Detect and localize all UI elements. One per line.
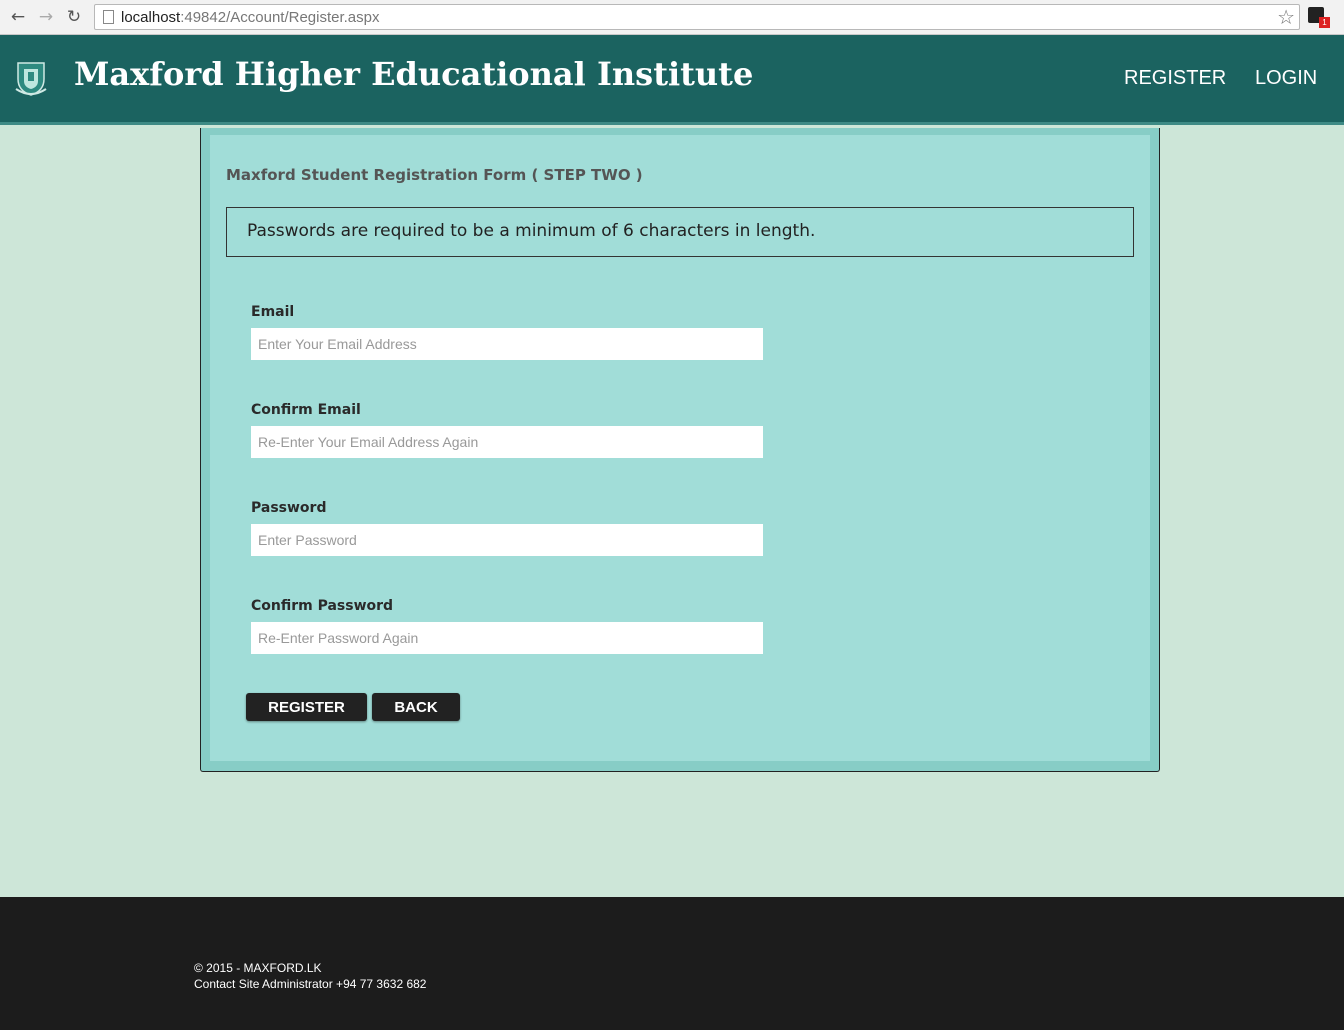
back-button[interactable]: BACK	[372, 693, 460, 721]
crest-logo-icon[interactable]	[14, 59, 48, 97]
form-title: Maxford Student Registration Form ( STEP…	[226, 166, 643, 184]
site-header: Maxford Higher Educational Institute REG…	[0, 35, 1344, 125]
password-input[interactable]	[251, 524, 763, 556]
confirm-password-label: Confirm Password	[251, 598, 394, 614]
page-icon	[103, 10, 114, 24]
nav-login-link[interactable]: LOGIN	[1255, 67, 1317, 90]
nav-register-link[interactable]: REGISTER	[1124, 67, 1226, 90]
footer-copyright: © 2015 - MAXFORD.LK	[194, 961, 322, 975]
site-footer: © 2015 - MAXFORD.LK Contact Site Adminis…	[0, 897, 1344, 1030]
password-label: Password	[251, 500, 327, 516]
reload-icon[interactable]: ↻	[62, 5, 86, 29]
url-host: localhost	[121, 9, 181, 26]
extension-badge: 1	[1319, 17, 1330, 28]
registration-form: Maxford Student Registration Form ( STEP…	[210, 135, 1150, 761]
email-label: Email	[251, 304, 295, 320]
confirm-email-label: Confirm Email	[251, 402, 361, 418]
url-path: :49842/Account/Register.aspx	[180, 9, 380, 26]
back-arrow-icon[interactable]: ←	[6, 5, 30, 29]
bookmark-star-icon[interactable]: ☆	[1277, 5, 1295, 29]
email-input[interactable]	[251, 328, 763, 360]
browser-toolbar: ← → ↻ localhost:49842/Account/Register.a…	[0, 0, 1344, 35]
confirm-email-input[interactable]	[251, 426, 763, 458]
register-button[interactable]: REGISTER	[246, 693, 367, 721]
password-notice: Passwords are required to be a minimum o…	[226, 207, 1134, 257]
footer-contact: Contact Site Administrator +94 77 3632 6…	[194, 977, 427, 991]
extension-icon[interactable]: 1	[1308, 6, 1330, 28]
confirm-password-input[interactable]	[251, 622, 763, 654]
address-bar[interactable]: localhost:49842/Account/Register.aspx ☆	[94, 4, 1300, 30]
url-text: localhost:49842/Account/Register.aspx	[121, 9, 380, 26]
registration-panel: Maxford Student Registration Form ( STEP…	[200, 128, 1160, 772]
site-title[interactable]: Maxford Higher Educational Institute	[74, 55, 753, 93]
password-notice-text: Passwords are required to be a minimum o…	[247, 221, 816, 241]
forward-arrow-icon[interactable]: →	[34, 5, 58, 29]
